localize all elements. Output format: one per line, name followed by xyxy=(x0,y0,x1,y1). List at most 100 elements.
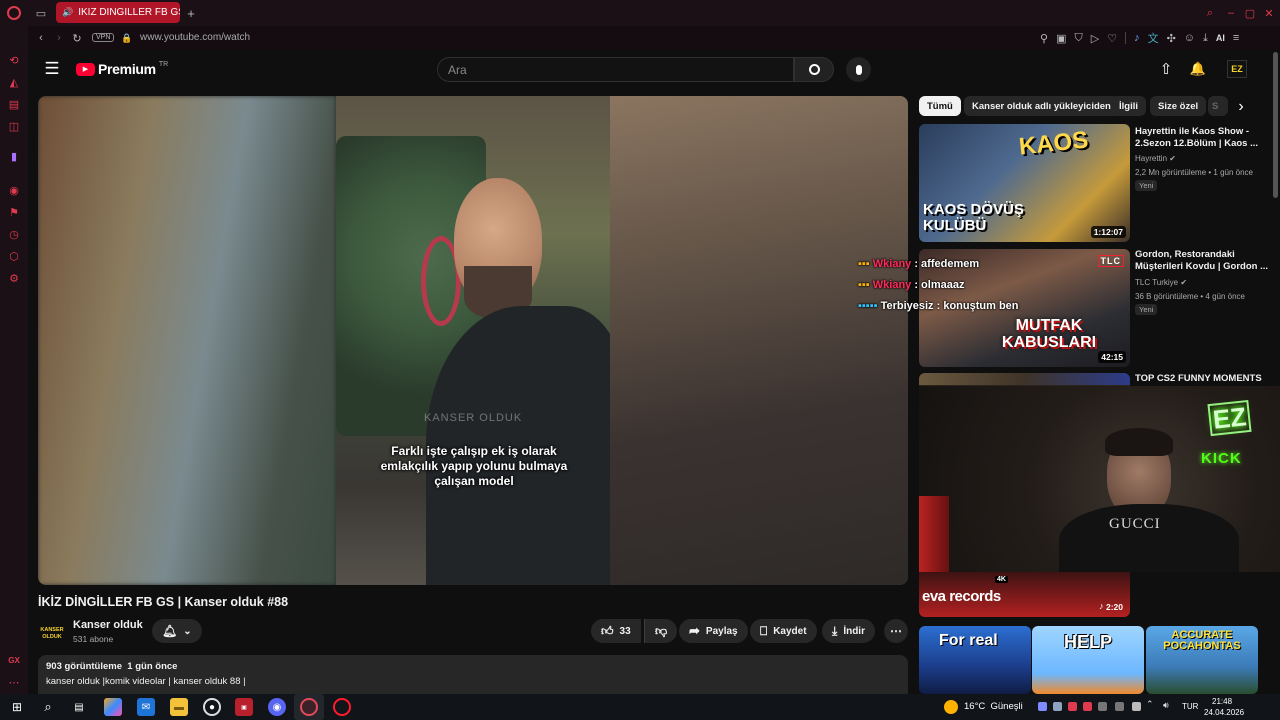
play-icon[interactable]: ▷ xyxy=(1091,32,1099,45)
account-avatar[interactable]: EZ xyxy=(1227,60,1247,78)
video-player[interactable]: KANSER OLDUK Farklı işte çalışıp ek iş o… xyxy=(38,96,908,585)
instagram-icon[interactable]: ◫ xyxy=(6,118,22,134)
task-view-icon[interactable]: ▤ xyxy=(70,698,88,716)
chips-next-icon[interactable]: › xyxy=(1230,96,1252,118)
chip-overflow[interactable]: S xyxy=(1208,96,1228,116)
chip-all[interactable]: Tümü xyxy=(919,96,961,116)
download-icon[interactable]: ⤓ xyxy=(1203,32,1208,45)
opera-taskbar-icon[interactable] xyxy=(333,698,351,716)
bookmarks-icon[interactable]: ⚑ xyxy=(6,204,22,220)
extensions-icon[interactable]: ⬡ xyxy=(6,248,22,264)
short-thumbnail-2[interactable]: HELP xyxy=(1032,626,1144,694)
channel-name[interactable]: TLC Turkiye xyxy=(1135,278,1178,287)
rec-channel-2[interactable]: TLC Turkiye ✔ xyxy=(1135,277,1187,288)
like-button[interactable]: 👍︎ 33 xyxy=(591,619,641,643)
ai-icon[interactable]: AI xyxy=(1216,33,1225,43)
rec-title-3[interactable]: TOP CS2 FUNNY MOMENTS xyxy=(1135,373,1275,385)
puzzle-icon[interactable]: ✣ xyxy=(1167,32,1176,45)
search-tabs-icon[interactable]: ⌕ xyxy=(1203,6,1217,20)
scrollbar-thumb[interactable] xyxy=(1273,52,1278,198)
ai-aria-icon[interactable]: ◭ xyxy=(6,74,22,90)
player-icon[interactable]: ◉ xyxy=(6,182,22,198)
search-button[interactable] xyxy=(794,57,834,82)
app-icon[interactable]: ▣ xyxy=(235,698,253,716)
pin-icon[interactable]: ⚲ xyxy=(1040,32,1048,45)
more-actions-button[interactable]: ⋯ xyxy=(884,619,908,643)
short-thumbnail-1[interactable]: For real xyxy=(919,626,1031,694)
back-icon[interactable]: ‹ xyxy=(34,31,48,45)
copilot-icon[interactable] xyxy=(104,698,122,716)
more-icon[interactable]: ⋯ xyxy=(6,674,22,690)
dislike-button[interactable]: 👎︎ xyxy=(644,619,678,643)
file-explorer-icon[interactable]: ▬ xyxy=(170,698,188,716)
clock-time[interactable]: 21:48 xyxy=(1212,697,1232,706)
obs-icon[interactable]: ● xyxy=(203,698,221,716)
vpn-badge[interactable]: VPN xyxy=(92,33,115,42)
download-button[interactable]: ⤓ İndir xyxy=(822,619,875,643)
tray-app-icon[interactable] xyxy=(1038,702,1047,711)
chip-from-uploader[interactable]: Kanser olduk adlı yükleyiciden xyxy=(964,96,1119,116)
rec-channel-1[interactable]: Hayrettin ✔ xyxy=(1135,153,1176,164)
language-indicator[interactable]: TUR xyxy=(1182,702,1198,711)
minimize-button[interactable]: – xyxy=(1224,6,1238,20)
tray-app-icon[interactable] xyxy=(1068,702,1077,711)
mail-icon[interactable]: ✉ xyxy=(137,698,155,716)
tray-chevron-icon[interactable]: ⌃ xyxy=(1146,699,1155,709)
voice-search-button[interactable] xyxy=(846,57,871,82)
notifications-bell-icon[interactable]: 🔔 xyxy=(1190,61,1206,77)
settings-icon[interactable]: ⚙ xyxy=(6,270,22,286)
short-thumbnail-3[interactable]: ACCURATE POCAHONTAS xyxy=(1146,626,1258,694)
tray-app-icon[interactable] xyxy=(1115,702,1124,711)
chip-for-you[interactable]: Size özel xyxy=(1150,96,1207,116)
new-tab-button[interactable]: + xyxy=(184,5,198,21)
maximize-button[interactable]: ▢ xyxy=(1243,6,1257,20)
description-box[interactable]: 903 görüntüleme 1 gün önce kanser olduk … xyxy=(38,655,908,694)
url-field[interactable]: www.youtube.com/watch xyxy=(140,32,250,43)
close-window-button[interactable]: ✕ xyxy=(1262,6,1276,20)
chat-text: : olmaaaz xyxy=(911,279,965,291)
tray-app-icon[interactable] xyxy=(1098,702,1107,711)
weather-icon[interactable] xyxy=(944,700,958,714)
music-icon[interactable]: ♪ xyxy=(1134,32,1140,44)
volume-icon[interactable]: 🔊︎ xyxy=(1163,700,1172,710)
active-tab[interactable]: 🔊 İKİZ DİNGİLLER FB GS xyxy=(56,2,180,23)
channel-name[interactable]: Hayrettin xyxy=(1135,154,1167,163)
search-input[interactable]: Ara xyxy=(437,57,794,82)
upload-icon[interactable]: ⇧ xyxy=(1158,61,1174,78)
subscribed-bell-button[interactable]: 🔔︎ ⌄ xyxy=(152,619,202,643)
history-icon[interactable]: ◷ xyxy=(6,226,22,242)
snapshot-icon[interactable]: ▣ xyxy=(1056,32,1066,45)
messenger-icon[interactable]: ▤ xyxy=(6,96,22,112)
tray-app-icon[interactable] xyxy=(1083,702,1092,711)
chip-related[interactable]: İlgili xyxy=(1111,96,1146,116)
weather-text[interactable]: 16°C Güneşli xyxy=(964,701,1023,712)
opera-logo-icon[interactable] xyxy=(7,6,21,20)
channel-avatar[interactable]: KANSER OLDUK xyxy=(38,620,66,648)
tray-steam-icon[interactable] xyxy=(1053,702,1062,711)
search-icon[interactable]: ⌕ xyxy=(39,698,57,716)
heart-icon[interactable]: ♡ xyxy=(1107,32,1117,45)
save-button[interactable]: ⎕ Kaydet xyxy=(750,619,817,643)
speed-dial-icon[interactable]: ⟲ xyxy=(6,52,22,68)
youtube-logo[interactable]: ▶ Premium TR xyxy=(76,61,168,77)
twitch-icon[interactable]: ▮ xyxy=(6,148,22,164)
tab-overview-icon[interactable]: ▭ xyxy=(34,6,48,20)
reload-icon[interactable]: ↻ xyxy=(70,31,84,45)
clock-date[interactable]: 24.04.2026 xyxy=(1204,708,1244,717)
menu-icon[interactable]: ≡ xyxy=(1233,32,1239,44)
share-button[interactable]: ➦ Paylaş xyxy=(679,619,748,643)
windows-start-icon[interactable]: ⊞ xyxy=(8,698,26,716)
rec-title-1[interactable]: Hayrettin ile Kaos Show - 2.Sezon 12.Böl… xyxy=(1135,126,1275,150)
forward-icon[interactable]: › xyxy=(52,31,66,45)
channel-name[interactable]: Kanser olduk xyxy=(73,619,143,631)
gx-icon[interactable]: GX xyxy=(6,652,22,668)
profile-icon[interactable]: ☺ xyxy=(1184,32,1195,44)
hamburger-menu-icon[interactable]: ☰ xyxy=(44,59,60,78)
translate-icon[interactable]: 文 xyxy=(1148,30,1159,46)
shield-icon[interactable]: ⛉ xyxy=(1074,32,1082,45)
discord-icon[interactable]: ◉ xyxy=(268,698,286,716)
rec-title-2[interactable]: Gordon, Restorandaki Müşterileri Kovdu |… xyxy=(1135,249,1275,273)
rec-thumbnail-1[interactable]: KAOS KAOS DÖVÜŞ KULÜBÜ 1:12:07 xyxy=(919,124,1130,242)
tray-mic-icon[interactable] xyxy=(1132,702,1141,711)
lock-icon[interactable]: 🔒 xyxy=(121,31,133,45)
